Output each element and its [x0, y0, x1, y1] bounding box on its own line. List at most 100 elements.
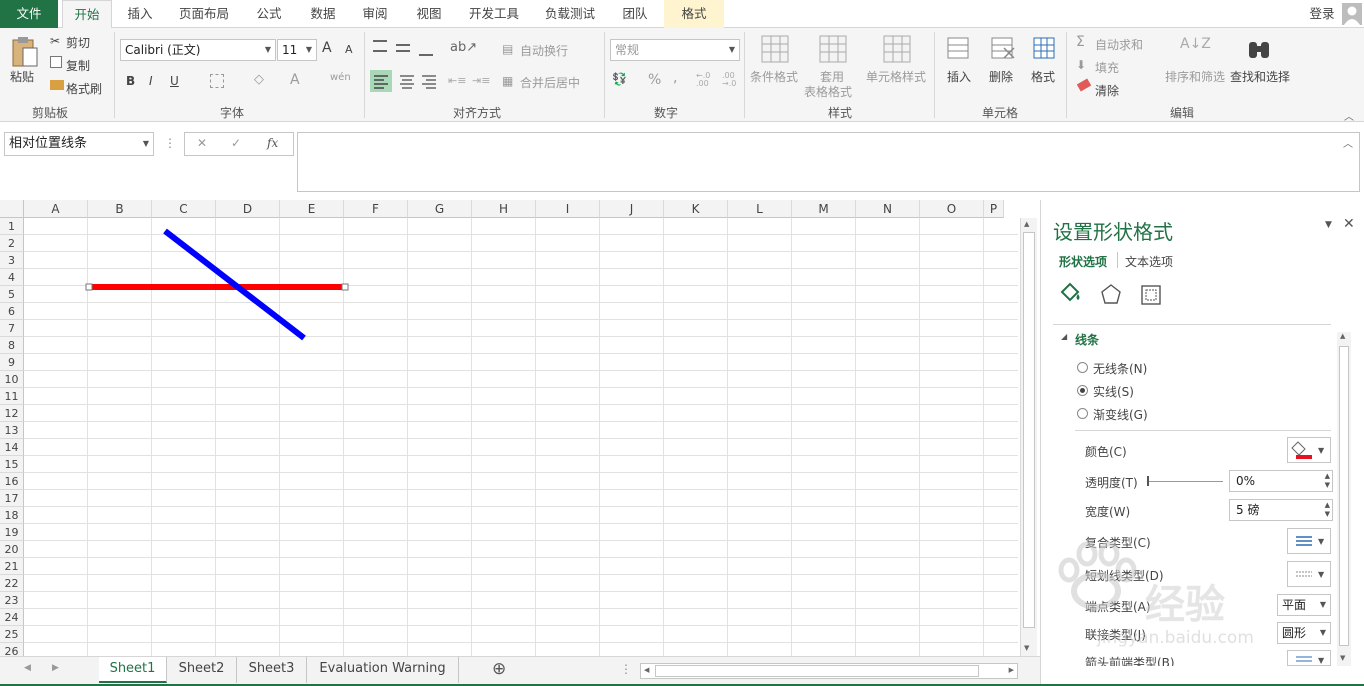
- transparency-slider[interactable]: [1147, 481, 1223, 482]
- percent-button[interactable]: %: [648, 72, 661, 88]
- comma-button[interactable]: ,: [673, 70, 677, 86]
- merge-center-button[interactable]: 合并后居中: [520, 74, 580, 91]
- tab-text-options[interactable]: 文本选项: [1125, 253, 1173, 270]
- no-line-label[interactable]: 无线条(N): [1093, 360, 1147, 377]
- selection-handle-start[interactable]: [85, 283, 93, 291]
- collapse-ribbon-icon[interactable]: ︿: [1344, 108, 1354, 123]
- tab-split-icon[interactable]: ⋮: [620, 662, 632, 676]
- align-top-icon[interactable]: [373, 40, 387, 52]
- color-picker-button[interactable]: ▼: [1287, 437, 1331, 463]
- fill-button[interactable]: 填充: [1095, 59, 1119, 76]
- section-line-header[interactable]: 线条: [1075, 331, 1099, 348]
- collapse-formula-icon[interactable]: ︿: [1343, 135, 1353, 150]
- grow-font-button[interactable]: A: [322, 40, 332, 56]
- tab-data[interactable]: 数据: [300, 0, 346, 28]
- paste-icon[interactable]: [10, 36, 40, 70]
- formula-input[interactable]: ︿: [297, 132, 1360, 192]
- underline-button[interactable]: U: [170, 74, 179, 88]
- solid-line-label[interactable]: 实线(S): [1093, 383, 1134, 400]
- next-sheet-icon[interactable]: ▶: [52, 663, 59, 673]
- increase-decimal-icon[interactable]: ←.0.00: [696, 72, 710, 88]
- align-right-icon[interactable]: [418, 70, 440, 92]
- insert-cells-button[interactable]: 插入: [947, 68, 971, 85]
- decrease-indent-icon[interactable]: ⇤≡: [448, 74, 466, 87]
- effects-icon[interactable]: [1099, 282, 1123, 306]
- format-painter-button[interactable]: 格式刷: [66, 80, 102, 97]
- tab-developer[interactable]: 开发工具: [460, 0, 528, 28]
- insert-function-icon[interactable]: fx: [267, 136, 278, 150]
- fill-line-icon[interactable]: [1057, 280, 1083, 306]
- cap-type-select[interactable]: 平面 ▼: [1277, 594, 1331, 616]
- cell-styles-button[interactable]: 单元格样式: [866, 68, 926, 85]
- pane-scrollbar[interactable]: ▲ ▼: [1337, 332, 1351, 666]
- font-color-button[interactable]: A: [290, 72, 300, 88]
- dash-type-select[interactable]: ▼: [1287, 561, 1331, 587]
- pane-options-icon[interactable]: ▼: [1325, 220, 1332, 230]
- number-format-select[interactable]: 常规 ▼: [610, 39, 740, 61]
- tab-formulas[interactable]: 公式: [246, 0, 292, 28]
- decrease-decimal-icon[interactable]: .00 →.0: [722, 72, 736, 88]
- tab-shape-options[interactable]: 形状选项: [1059, 253, 1107, 270]
- sort-filter-button[interactable]: 排序和筛选: [1165, 68, 1225, 85]
- tab-team[interactable]: 团队: [612, 0, 658, 28]
- prev-sheet-icon[interactable]: ◀: [24, 663, 31, 673]
- align-middle-icon[interactable]: [396, 44, 410, 52]
- more-options-icon[interactable]: ⋮: [164, 136, 176, 150]
- gradient-line-label[interactable]: 渐变线(G): [1093, 406, 1148, 423]
- enter-formula-icon[interactable]: ✓: [231, 136, 241, 150]
- font-size-select[interactable]: 11 ▼: [277, 39, 317, 61]
- tab-review[interactable]: 审阅: [352, 0, 398, 28]
- shrink-font-button[interactable]: A: [345, 43, 353, 56]
- fill-color-icon[interactable]: ◇: [254, 72, 270, 88]
- find-select-button[interactable]: 查找和选择: [1230, 68, 1290, 85]
- phonetic-button[interactable]: wén: [330, 72, 351, 83]
- copy-button[interactable]: 复制: [66, 57, 90, 74]
- section-collapse-icon[interactable]: ◢: [1061, 332, 1067, 341]
- user-avatar-icon[interactable]: [1342, 3, 1362, 25]
- sheet-tab-evaluation-warning[interactable]: Evaluation Warning: [307, 657, 459, 683]
- vertical-scrollbar[interactable]: ▲ ▼: [1020, 218, 1037, 656]
- horizontal-scroll-thumb[interactable]: [655, 665, 979, 677]
- align-center-icon[interactable]: [396, 70, 418, 92]
- vertical-scroll-thumb[interactable]: [1023, 232, 1035, 628]
- transparency-slider-thumb[interactable]: [1147, 476, 1149, 486]
- width-input[interactable]: 5 磅 ▲ ▼: [1229, 499, 1333, 521]
- name-box[interactable]: 相对位置线条 ▼: [4, 132, 154, 156]
- gradient-line-radio[interactable]: [1077, 408, 1088, 419]
- tab-load-test[interactable]: 负载测试: [536, 0, 604, 28]
- size-properties-icon[interactable]: [1139, 282, 1163, 306]
- sheet-tab-sheet3[interactable]: Sheet3: [237, 657, 307, 683]
- font-name-select[interactable]: Calibri (正文) ▼: [120, 39, 276, 61]
- login-link[interactable]: 登录: [1300, 0, 1344, 28]
- clear-button[interactable]: 清除: [1095, 82, 1119, 99]
- paste-button[interactable]: 粘贴: [10, 68, 34, 85]
- autosum-button[interactable]: 自动求和: [1095, 36, 1143, 53]
- bold-button[interactable]: B: [126, 74, 135, 88]
- add-sheet-icon[interactable]: ⊕: [492, 659, 506, 679]
- align-left-icon[interactable]: [370, 70, 392, 92]
- cancel-formula-icon[interactable]: ✕: [197, 136, 207, 150]
- worksheet-grid[interactable]: ABCDEFGHIJKLMNOP 1 2 3 4 5 6 7 8 9 10 11 12 13 14 15 16…: [0, 200, 1040, 656]
- pane-scroll-thumb[interactable]: [1339, 346, 1349, 646]
- increase-indent-icon[interactable]: ⇥≡: [472, 74, 490, 87]
- selection-handle-end[interactable]: [341, 283, 349, 291]
- format-cells-button[interactable]: 格式: [1031, 68, 1055, 85]
- italic-button[interactable]: I: [149, 74, 153, 88]
- tab-file[interactable]: 文件: [0, 0, 58, 28]
- align-bottom-icon[interactable]: [419, 48, 433, 56]
- tab-home[interactable]: 开始: [62, 0, 112, 29]
- accounting-icon[interactable]: 💱: [612, 72, 627, 86]
- sheet-tab-sheet1[interactable]: Sheet1: [99, 657, 167, 683]
- cut-button[interactable]: 剪切: [66, 34, 90, 51]
- wrap-text-button[interactable]: 自动换行: [520, 42, 568, 59]
- sheet-tab-sheet2[interactable]: Sheet2: [167, 657, 237, 683]
- join-type-select[interactable]: 圆形 ▼: [1277, 622, 1331, 644]
- orientation-icon[interactable]: ab↗: [450, 40, 477, 55]
- horizontal-scrollbar[interactable]: ◀ ▶: [640, 663, 1018, 679]
- transparency-input[interactable]: 0% ▲ ▼: [1229, 470, 1333, 492]
- pane-close-icon[interactable]: ✕: [1343, 216, 1355, 232]
- conditional-format-button[interactable]: 条件格式: [750, 68, 798, 85]
- delete-cells-button[interactable]: 删除: [989, 68, 1013, 85]
- no-line-radio[interactable]: [1077, 362, 1088, 373]
- arrow-begin-select[interactable]: ▼: [1287, 650, 1331, 666]
